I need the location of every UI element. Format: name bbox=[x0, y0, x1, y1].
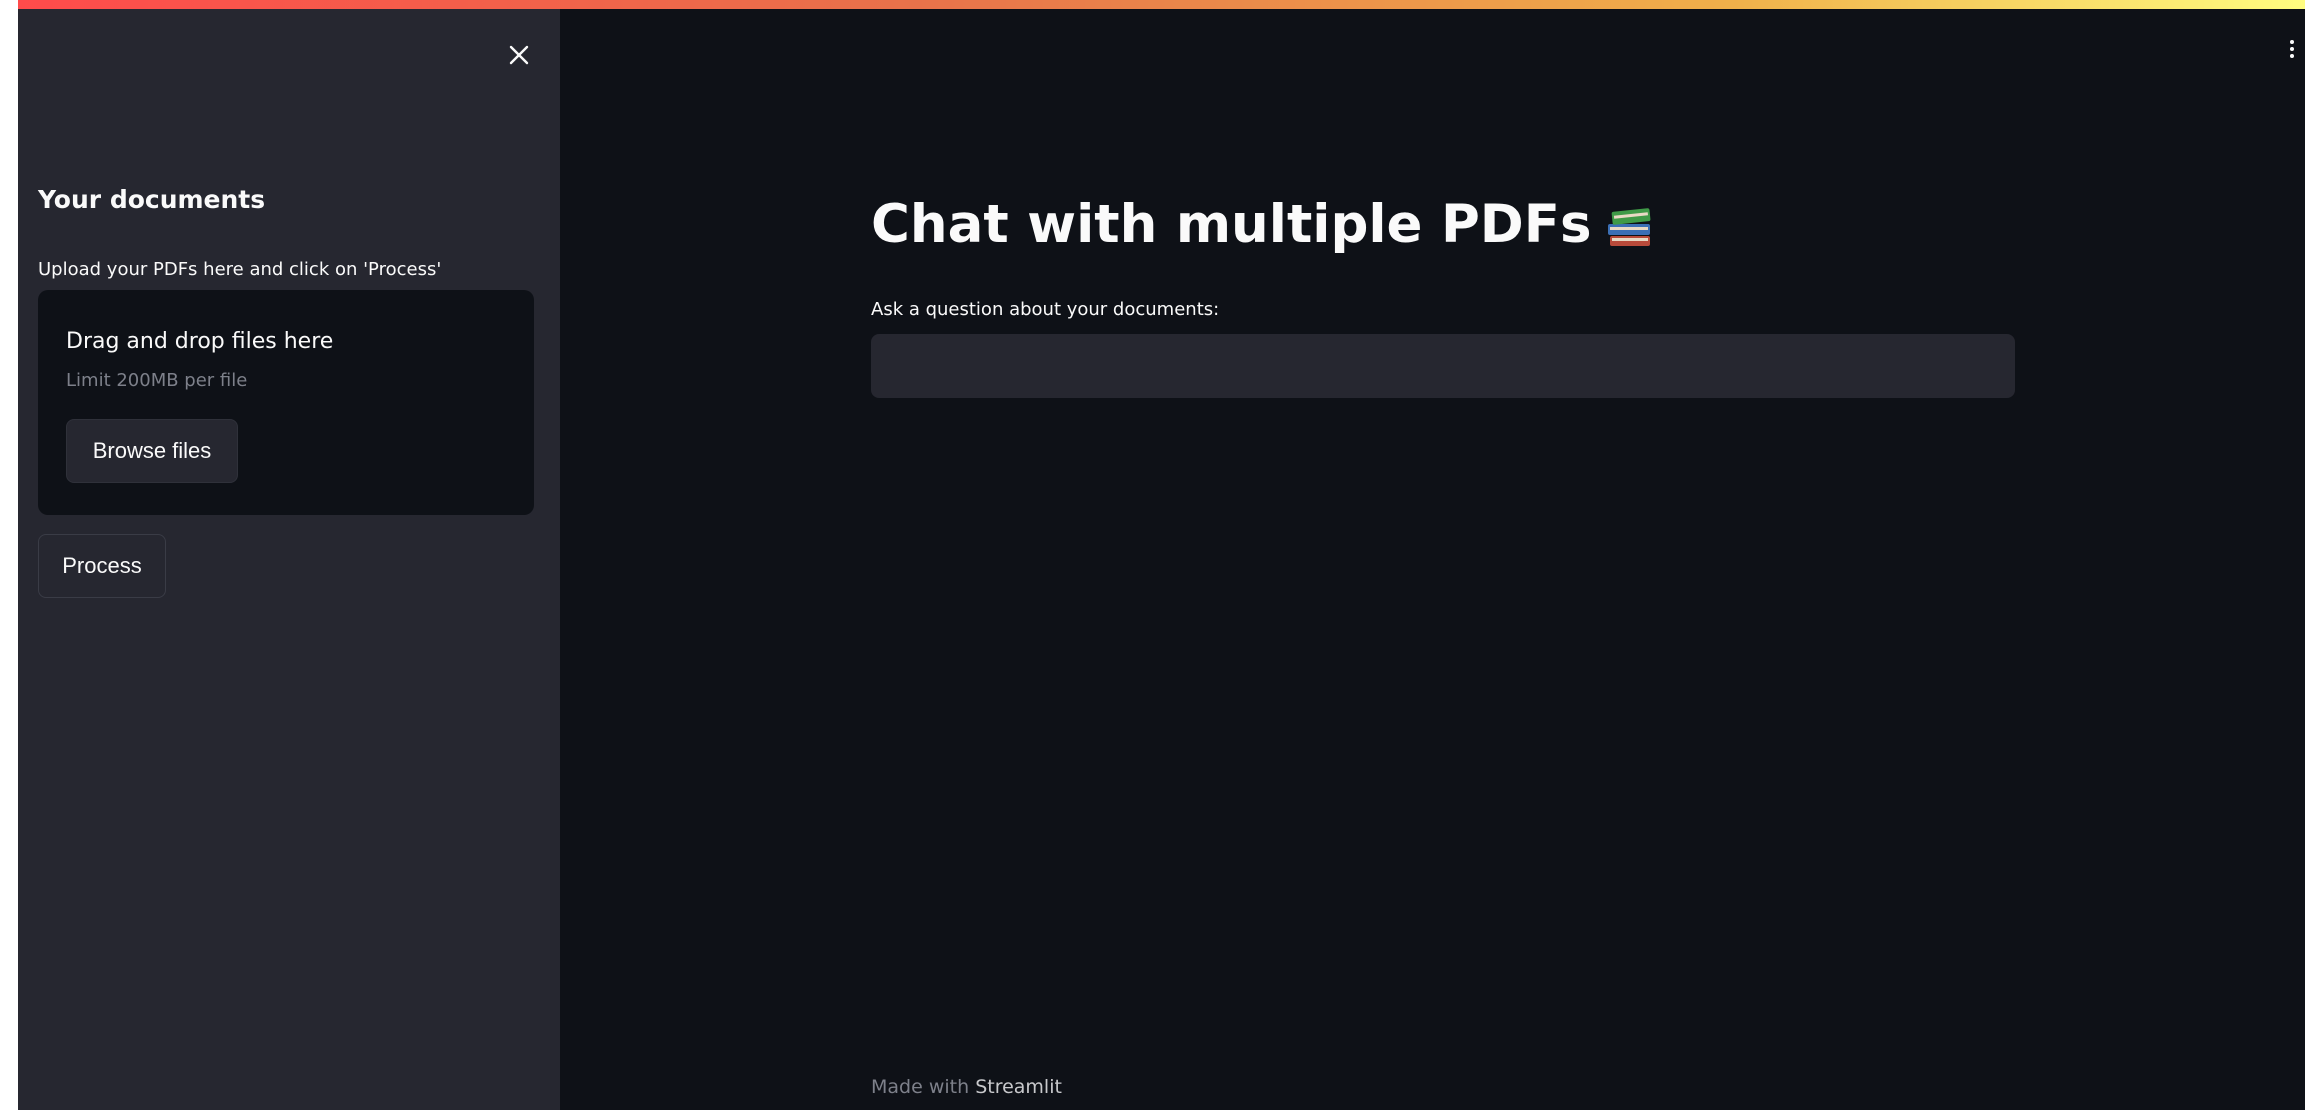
decoration-bar bbox=[18, 0, 2305, 9]
page-title-text: Chat with multiple PDFs bbox=[871, 194, 1592, 255]
page-title: Chat with multiple PDFs bbox=[871, 194, 1654, 255]
close-icon bbox=[509, 45, 529, 65]
process-button[interactable]: Process bbox=[38, 534, 166, 598]
question-label: Ask a question about your documents: bbox=[871, 299, 1220, 320]
vertical-dots-icon bbox=[2290, 40, 2294, 58]
browse-files-button[interactable]: Browse files bbox=[66, 419, 238, 483]
upload-label: Upload your PDFs here and click on 'Proc… bbox=[38, 259, 442, 280]
close-sidebar-button[interactable] bbox=[503, 39, 535, 71]
dropzone-title: Drag and drop files here bbox=[66, 329, 334, 354]
sidebar: Your documents Upload your PDFs here and… bbox=[18, 9, 560, 1110]
dropzone-limit: Limit 200MB per file bbox=[66, 370, 248, 391]
footer-prefix: Made with bbox=[871, 1076, 976, 1098]
footer: Made with Streamlit bbox=[871, 1076, 1062, 1098]
streamlit-app: Your documents Upload your PDFs here and… bbox=[18, 0, 2305, 1110]
streamlit-link[interactable]: Streamlit bbox=[975, 1076, 1062, 1098]
sidebar-title: Your documents bbox=[38, 185, 266, 214]
question-input[interactable] bbox=[871, 334, 2015, 398]
main-menu-button[interactable] bbox=[2284, 34, 2300, 64]
file-dropzone[interactable]: Drag and drop files here Limit 200MB per… bbox=[38, 290, 534, 515]
books-icon bbox=[1607, 207, 1650, 246]
